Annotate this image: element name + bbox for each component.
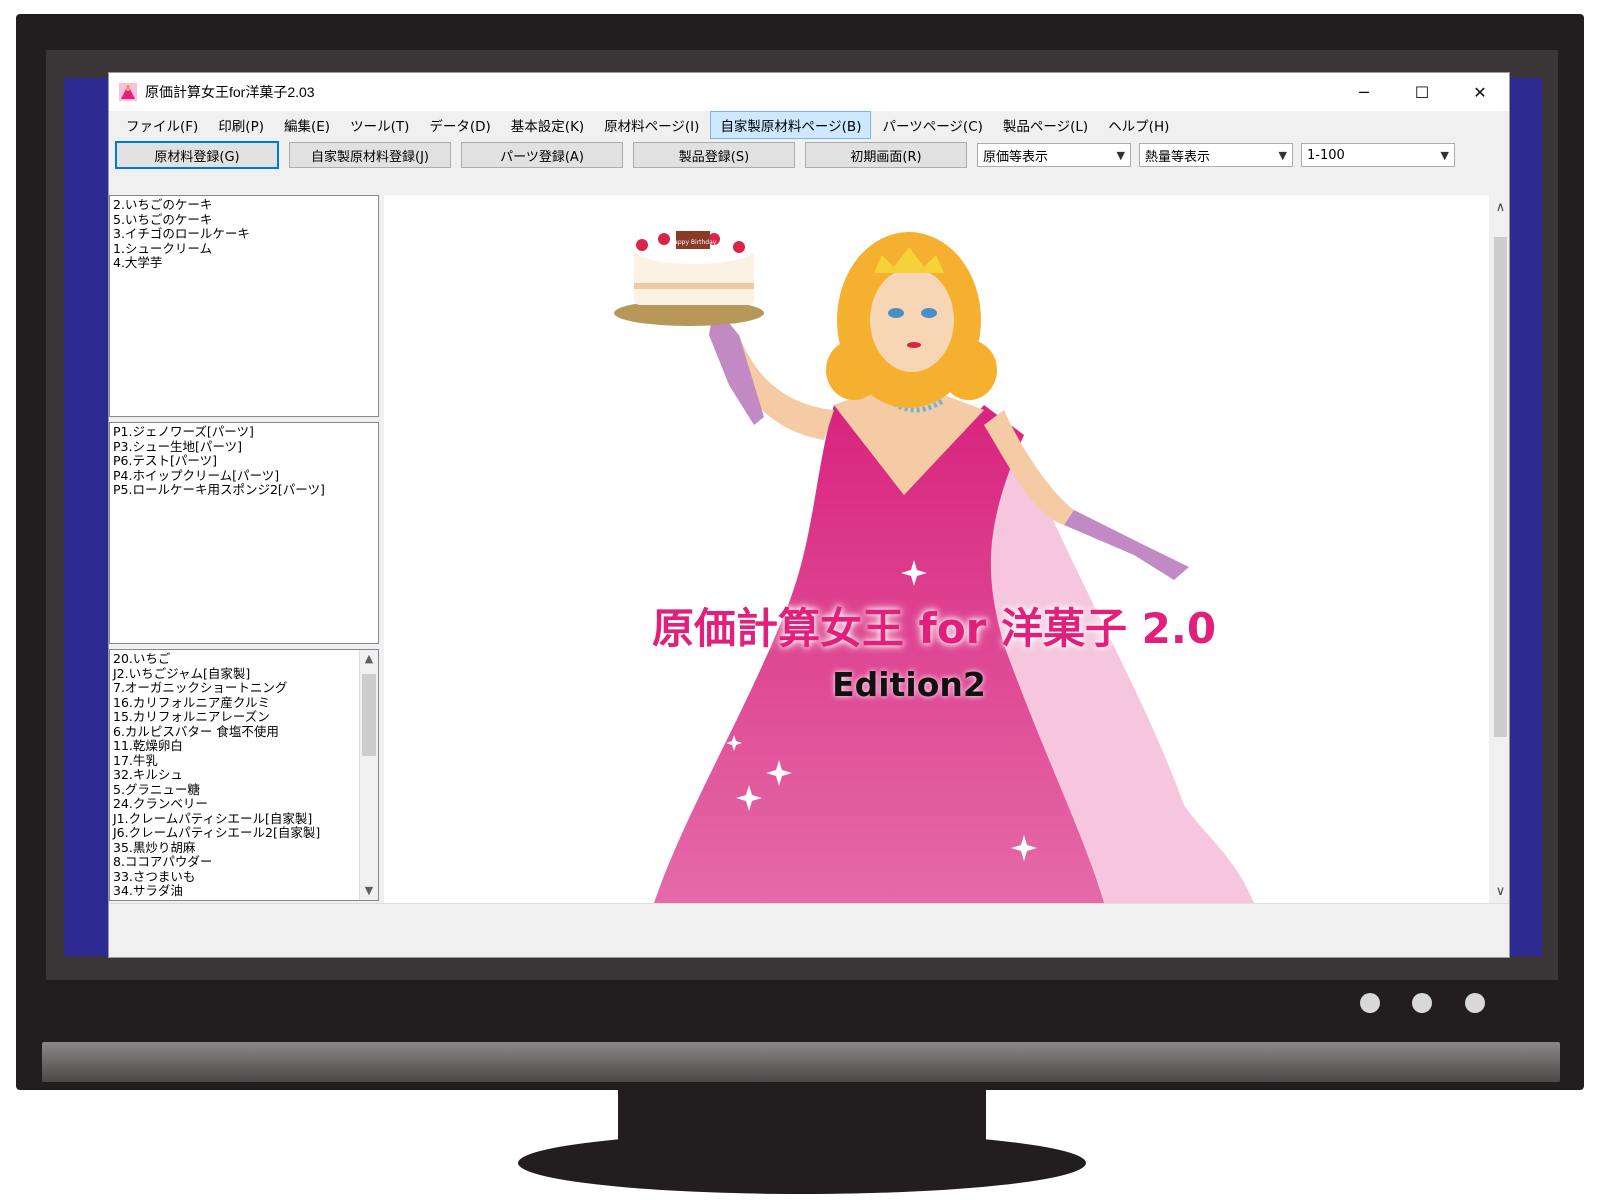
list-item[interactable]: 6.カルピスバター 食塩不使用 — [113, 724, 356, 740]
cost-display-value: 原価等表示 — [983, 149, 1049, 165]
list-item[interactable]: 3.イチゴのロールケーキ — [113, 226, 375, 242]
scrollbar-thumb[interactable] — [1494, 237, 1507, 737]
calorie-display-select[interactable]: 熱量等表示 ▼ — [1139, 143, 1293, 167]
cost-display-select[interactable]: 原価等表示 ▼ — [977, 143, 1131, 167]
list-item[interactable]: 11.乾燥卵白 — [113, 738, 356, 754]
list-item[interactable]: 32.キルシュ — [113, 767, 356, 783]
monitor-led — [1360, 993, 1380, 1013]
monitor-led — [1412, 993, 1432, 1013]
menu-parts-page[interactable]: パーツページ(C) — [873, 112, 991, 138]
chevron-up-icon[interactable]: ▲ — [360, 650, 378, 668]
queen-app-icon[interactable] — [119, 83, 137, 101]
calorie-display-value: 熱量等表示 — [1145, 149, 1211, 165]
close-button[interactable]: ✕ — [1451, 73, 1509, 111]
list-item[interactable]: 24.クランベリー — [113, 796, 356, 812]
toolbar: 原材料登録(G) 自家製原材料登録(J) パーツ登録(A) 製品登録(S) 初期… — [109, 139, 1509, 171]
list-item[interactable]: 35.黒炒り胡麻 — [113, 840, 356, 856]
chevron-down-icon[interactable]: ▼ — [360, 882, 378, 900]
chevron-down-icon: ▼ — [1440, 148, 1449, 162]
menu-products-page[interactable]: 製品ページ(L) — [994, 112, 1097, 138]
splash-pane: Happy Birthday 原価計算女王 for 洋菓子 2.0 Editio… — [384, 195, 1489, 903]
window-title: 原価計算女王for洋菓子2.03 — [145, 84, 315, 100]
list-item[interactable]: 5.グラニュー糖 — [113, 782, 356, 798]
register-homemade-ingredient-button[interactable]: 自家製原材料登録(J) — [289, 142, 451, 168]
ingredient-list-scrollbar[interactable]: ▲ ▼ — [359, 650, 378, 900]
queen-illustration: Happy Birthday — [614, 231, 1254, 903]
register-parts-button[interactable]: パーツ登録(A) — [461, 142, 623, 168]
menu-file[interactable]: ファイル(F) — [117, 112, 207, 138]
product-list[interactable]: 2.いちごのケーキ 5.いちごのケーキ 3.イチゴのロールケーキ 1.シュークリ… — [109, 195, 379, 417]
splash-edition: Edition2 — [832, 665, 986, 704]
chevron-down-icon[interactable]: ∨ — [1492, 879, 1509, 903]
list-item[interactable]: 7.オーガニックショートニング — [113, 680, 356, 696]
register-ingredient-button[interactable]: 原材料登録(G) — [115, 141, 279, 169]
list-item[interactable]: 15.カリフォルニアレーズン — [113, 709, 356, 725]
cake-plaque-text: Happy Birthday — [670, 239, 717, 246]
list-item[interactable]: P1.ジェノワーズ[パーツ] — [113, 424, 375, 440]
status-bar — [109, 903, 1509, 926]
menu-basic-settings[interactable]: 基本設定(K) — [502, 112, 593, 138]
menu-print[interactable]: 印刷(P) — [209, 112, 273, 138]
list-item[interactable]: 1.シュークリーム — [113, 241, 375, 257]
app-window: 原価計算女王for洋菓子2.03 ─ ☐ ✕ ファイル(F) 印刷(P) 編集(… — [108, 72, 1510, 958]
list-item[interactable]: 34.サラダ油 — [113, 883, 356, 899]
list-item[interactable]: J6.クレームパティシエール2[自家製] — [113, 825, 356, 841]
register-product-button[interactable]: 製品登録(S) — [633, 142, 795, 168]
chevron-up-icon[interactable]: ∧ — [1492, 195, 1509, 219]
list-item[interactable]: P6.テスト[パーツ] — [113, 453, 375, 469]
minimize-button[interactable]: ─ — [1335, 73, 1393, 111]
initial-screen-button[interactable]: 初期画面(R) — [805, 142, 967, 168]
title-bar[interactable]: 原価計算女王for洋菓子2.03 ─ ☐ ✕ — [109, 73, 1509, 111]
list-item[interactable]: 5.いちごのケーキ — [113, 212, 375, 228]
scrollbar-thumb[interactable] — [362, 674, 376, 756]
menu-ingredients-page[interactable]: 原材料ページ(I) — [595, 112, 708, 138]
list-item[interactable]: J1.クレームパティシエール[自家製] — [113, 811, 356, 827]
menu-bar: ファイル(F) 印刷(P) 編集(E) ツール(T) データ(D) 基本設定(K… — [109, 111, 1509, 139]
list-item[interactable]: P4.ホイップクリーム[パーツ] — [113, 468, 375, 484]
menu-edit[interactable]: 編集(E) — [275, 112, 339, 138]
range-value: 1-100 — [1307, 147, 1345, 163]
list-item[interactable]: 2.いちごのケーキ — [113, 197, 375, 213]
monitor-stand-base — [518, 1132, 1086, 1194]
menu-tools[interactable]: ツール(T) — [341, 112, 418, 138]
monitor-chin — [42, 1042, 1560, 1082]
main-scrollbar[interactable]: ∧ ∨ — [1492, 195, 1509, 903]
list-item[interactable]: 16.カリフォルニア産クルミ — [113, 695, 356, 711]
list-item[interactable]: P3.シュー生地[パーツ] — [113, 439, 375, 455]
list-item[interactable]: 20.いちご — [113, 651, 356, 667]
parts-list[interactable]: P1.ジェノワーズ[パーツ] P3.シュー生地[パーツ] P6.テスト[パーツ]… — [109, 422, 379, 644]
monitor-led — [1465, 993, 1485, 1013]
ingredient-list[interactable]: 20.いちご J2.いちごジャム[自家製] 7.オーガニックショートニング 16… — [109, 649, 379, 901]
chevron-down-icon: ▼ — [1116, 148, 1125, 162]
menu-data[interactable]: データ(D) — [420, 112, 499, 138]
splash-title: 原価計算女王 for 洋菓子 2.0 — [651, 604, 1217, 653]
menu-help[interactable]: ヘルプ(H) — [1099, 112, 1178, 138]
list-item[interactable]: 17.牛乳 — [113, 753, 356, 769]
list-item[interactable]: 4.大学芋 — [113, 255, 375, 271]
maximize-button[interactable]: ☐ — [1393, 73, 1451, 111]
chevron-down-icon: ▼ — [1278, 148, 1287, 162]
list-item[interactable]: P5.ロールケーキ用スポンジ2[パーツ] — [113, 482, 375, 498]
list-item[interactable]: 33.さつまいも — [113, 869, 356, 885]
list-item[interactable]: J2.いちごジャム[自家製] — [113, 666, 356, 682]
range-select[interactable]: 1-100 ▼ — [1301, 143, 1455, 167]
list-item[interactable]: 8.ココアパウダー — [113, 854, 356, 870]
menu-homemade-ingredients-page[interactable]: 自家製原材料ページ(B) — [710, 111, 872, 139]
